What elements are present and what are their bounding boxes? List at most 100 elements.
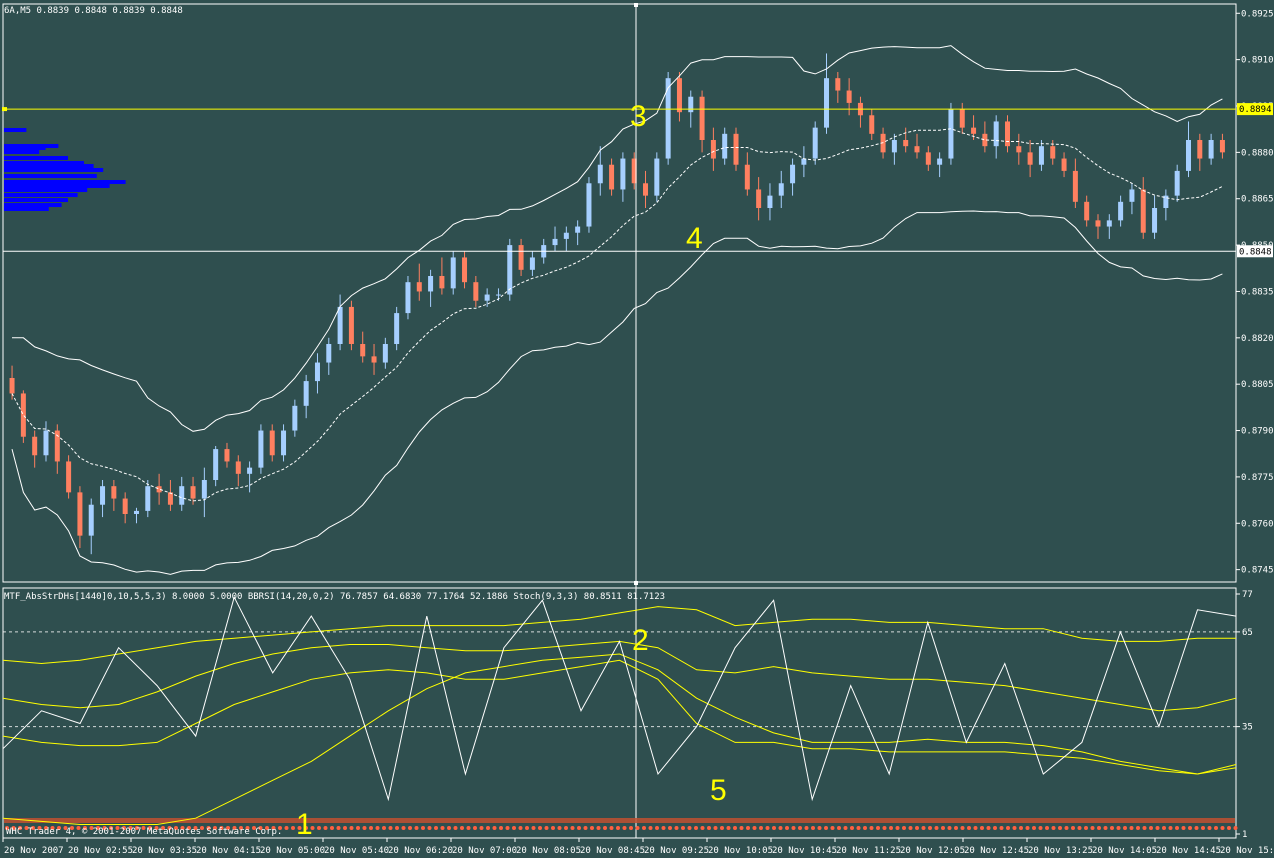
bull-candle: [507, 245, 513, 295]
dot-marker: [752, 826, 757, 830]
dot-marker: [499, 826, 503, 830]
dot-marker: [460, 826, 464, 830]
dot-marker: [895, 826, 900, 830]
volume-profile-bar: [4, 164, 94, 168]
dot-marker: [869, 826, 874, 830]
dot-marker: [700, 826, 705, 830]
bull-candle: [767, 195, 773, 208]
dot-marker: [1019, 826, 1023, 830]
dot-marker: [382, 826, 386, 830]
dot-marker: [804, 826, 809, 830]
bull-candle: [145, 486, 151, 511]
bear-candle: [416, 282, 422, 292]
bear-candle: [710, 140, 716, 159]
dot-marker: [1181, 826, 1186, 830]
dot-marker: [551, 826, 555, 830]
dot-marker: [609, 826, 614, 830]
bear-candle: [971, 127, 977, 134]
dot-marker: [531, 826, 536, 830]
indicator-info-label: MTF_AbsStrDHs[1440]0,10,5,5,3) 8.0000 5.…: [4, 592, 665, 602]
bull-candle: [812, 127, 818, 159]
bear-candle: [914, 146, 920, 153]
bear-candle: [1140, 189, 1146, 233]
time-axis-label: 20 Nov 13:25: [1028, 846, 1093, 856]
bear-candle: [190, 486, 196, 499]
bull-candle: [790, 164, 796, 184]
bull-candle: [382, 344, 388, 363]
dot-marker: [1129, 826, 1134, 830]
dot-marker: [557, 826, 562, 830]
dot-marker: [421, 826, 425, 830]
bull-candle: [654, 158, 660, 196]
time-axis-label: 20 Nov 2007: [4, 846, 64, 856]
dot-marker: [284, 826, 289, 830]
bull-candle: [213, 449, 219, 480]
dot-marker: [1214, 826, 1218, 830]
dot-marker: [785, 826, 789, 830]
dot-marker: [518, 826, 523, 830]
bear-candle: [473, 282, 479, 301]
dot-marker: [830, 826, 835, 830]
dot-marker: [453, 826, 458, 830]
bear-candle: [439, 276, 445, 289]
bull-candle: [1038, 146, 1044, 165]
price-axis-label: 0.8760: [1241, 519, 1274, 529]
dot-marker: [876, 826, 880, 830]
bear-candle: [1061, 158, 1067, 171]
indicator-axis-label: 77: [1242, 590, 1253, 600]
bear-candle: [676, 78, 682, 113]
bull-candle: [428, 276, 434, 292]
dot-marker: [850, 826, 854, 830]
dot-marker: [915, 826, 919, 830]
indicator-axis-label: 1: [1242, 830, 1247, 840]
dot-marker: [817, 826, 822, 830]
dot-marker: [577, 826, 581, 830]
bear-candle: [360, 344, 366, 357]
bull-candle: [529, 257, 535, 270]
bear-candle: [122, 498, 128, 514]
dot-marker: [1110, 826, 1114, 830]
dot-marker: [986, 826, 991, 830]
bear-candle: [1050, 146, 1056, 159]
dot-marker: [635, 826, 640, 830]
dot-marker: [479, 826, 484, 830]
dot-marker: [655, 826, 659, 830]
dot-marker: [856, 826, 861, 830]
bear-candle: [1004, 121, 1010, 147]
dot-marker: [824, 826, 828, 830]
dot-marker: [668, 826, 672, 830]
volume-profile-bar: [4, 150, 40, 154]
dot-marker: [1038, 826, 1043, 830]
time-axis-label: 20 Nov 03:35: [132, 846, 197, 856]
dot-marker: [681, 826, 685, 830]
dot-marker: [369, 826, 373, 830]
price-axis-label: 0.8775: [1241, 473, 1274, 483]
dot-marker: [1058, 826, 1062, 830]
bear-candle: [462, 257, 468, 283]
dot-marker: [999, 826, 1004, 830]
time-axis-label: 20 Nov 05:00: [260, 846, 325, 856]
annotation-4: 4: [686, 222, 703, 255]
bear-candle: [744, 164, 750, 190]
trading-chart[interactable]: 0.89250.89100.88950.88800.88650.88500.88…: [0, 0, 1274, 858]
bull-candle: [292, 405, 298, 431]
dot-marker: [401, 826, 406, 830]
dot-marker: [1006, 826, 1010, 830]
bull-candle: [258, 430, 264, 468]
dot-marker: [973, 826, 978, 830]
dot-marker: [642, 826, 646, 830]
bear-candle: [699, 96, 705, 140]
dot-marker: [447, 826, 451, 830]
dot-marker: [505, 826, 510, 830]
bear-candle: [756, 189, 762, 208]
bull-candle: [563, 232, 569, 239]
dot-marker: [902, 826, 906, 830]
copyright-label: WHC Trader 4, © 2001-2007 MetaQuotes Sof…: [6, 827, 282, 837]
bull-candle: [891, 140, 897, 153]
dot-band: [4, 818, 1235, 823]
price-axis-label: 0.8910: [1241, 56, 1274, 66]
dot-marker: [317, 826, 321, 830]
dot-marker: [947, 826, 952, 830]
dot-marker: [674, 826, 679, 830]
bull-candle: [314, 362, 320, 382]
